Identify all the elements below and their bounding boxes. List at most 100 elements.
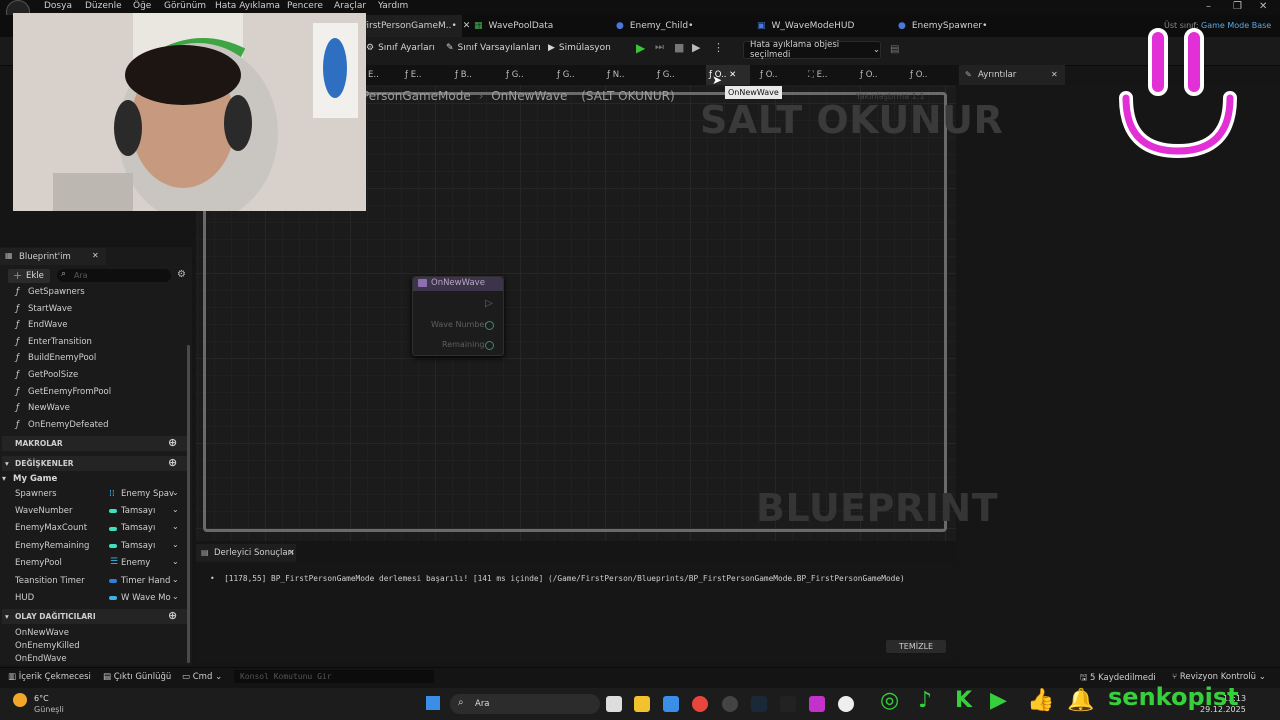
weather-desc[interactable]: Güneşli bbox=[34, 705, 64, 714]
chevron-down-icon[interactable]: ⌄ bbox=[172, 592, 179, 601]
function-item-label[interactable]: BuildEnemyPool bbox=[28, 353, 96, 363]
tab-enemy-spawner[interactable]: ● EnemySpawner• bbox=[898, 15, 987, 37]
function-tab[interactable]: ƒ O.. bbox=[910, 70, 927, 80]
minimize-icon[interactable]: – bbox=[1206, 1, 1211, 12]
tab-first-person-game-mode[interactable]: FirstPersonGameM..• ✕ bbox=[362, 15, 470, 37]
function-item-label[interactable]: OnEnemyDefeated bbox=[28, 420, 109, 430]
play-icon[interactable]: ▶ bbox=[636, 41, 645, 55]
variable-type[interactable]: Tamsayı bbox=[121, 523, 155, 533]
epic-games-icon[interactable] bbox=[780, 696, 796, 712]
function-item[interactable]: ƒ bbox=[16, 353, 19, 363]
function-item-label[interactable]: NewWave bbox=[28, 403, 70, 413]
variable-type[interactable]: Tamsayı bbox=[121, 506, 155, 516]
function-item[interactable]: ƒ bbox=[16, 287, 19, 297]
search-input[interactable]: ⌕ Ara bbox=[57, 269, 171, 282]
content-drawer-button[interactable]: ▥ İçerik Çekmecesi bbox=[8, 672, 91, 682]
exec-pin-icon[interactable]: ▷ bbox=[485, 298, 493, 309]
function-tab[interactable]: ƒ B.. bbox=[455, 70, 472, 80]
variable-name[interactable]: HUD bbox=[15, 593, 34, 603]
chevron-down-icon[interactable]: ⌄ bbox=[172, 540, 179, 549]
function-item-label[interactable]: EndWave bbox=[28, 320, 67, 330]
dispatcher-item[interactable]: OnNewWave bbox=[15, 628, 69, 638]
cmd-select[interactable]: ▭ Cmd ⌄ bbox=[182, 672, 222, 682]
function-item[interactable]: ƒ bbox=[16, 387, 19, 397]
dispatcher-item[interactable]: OnEnemyKilled bbox=[15, 641, 80, 651]
unreal-engine-icon[interactable] bbox=[838, 696, 854, 712]
menu-file[interactable]: Dosya bbox=[44, 1, 72, 11]
menu-view[interactable]: Görünüm bbox=[164, 1, 206, 11]
function-item-label[interactable]: GetPoolSize bbox=[28, 370, 78, 380]
variable-name[interactable]: WaveNumber bbox=[15, 506, 72, 516]
app-icon[interactable] bbox=[809, 696, 825, 712]
variable-type[interactable]: Enemy Spav bbox=[121, 489, 174, 499]
menu-help[interactable]: Yardım bbox=[378, 1, 408, 11]
tab-wave-pool-data[interactable]: ▦ WavePoolData bbox=[474, 15, 553, 37]
clear-button[interactable]: TEMİZLE bbox=[886, 640, 946, 653]
variables-section[interactable]: ▾ DEĞİŞKENLER ⊕ bbox=[2, 456, 188, 471]
maximize-icon[interactable]: ❐ bbox=[1233, 1, 1242, 12]
chevron-down-icon[interactable]: ⌄ bbox=[172, 505, 179, 514]
compiler-results-tab[interactable]: ▤ Derleyici Sonuçları ✕ bbox=[196, 544, 296, 562]
step-icon[interactable]: ⏭ bbox=[655, 42, 664, 53]
close-tab-icon[interactable]: ✕ bbox=[288, 548, 295, 557]
debug-object-select[interactable]: Hata ayıklama objesi seçilmedi ⌄ bbox=[743, 40, 881, 60]
function-tab[interactable]: ƒ E.. bbox=[405, 70, 421, 80]
add-variable-icon[interactable]: ⊕ bbox=[168, 456, 177, 469]
my-blueprint-tab[interactable]: ▦ Blueprint'im ✕ bbox=[0, 248, 106, 265]
menu-debug[interactable]: Hata Ayıklama bbox=[215, 1, 280, 11]
macros-section[interactable]: MAKROLAR ⊕ bbox=[2, 436, 188, 451]
function-item[interactable]: ƒ bbox=[16, 370, 19, 380]
revision-control-button[interactable]: ⑂ Revizyon Kontrolü ⌄ bbox=[1172, 672, 1266, 682]
function-tab[interactable]: ƒ G.. bbox=[557, 70, 575, 80]
function-tab[interactable]: ⛶ E.. bbox=[808, 70, 827, 80]
function-item[interactable]: ƒ bbox=[16, 304, 19, 314]
class-settings-button[interactable]: ⚙ Sınıf Ayarları bbox=[366, 43, 435, 53]
add-dispatcher-icon[interactable]: ⊕ bbox=[168, 609, 177, 622]
settings-gear-icon[interactable]: ⚙ bbox=[177, 269, 186, 280]
app-icon[interactable] bbox=[722, 696, 738, 712]
task-view-icon[interactable] bbox=[606, 696, 622, 712]
event-dispatchers-section[interactable]: ▾ OLAY DAĞITICILARI ⊕ bbox=[2, 609, 188, 624]
store-icon[interactable] bbox=[663, 696, 679, 712]
find-icon[interactable]: ▤ bbox=[890, 44, 899, 55]
function-entry-node[interactable]: OnNewWave ▷ Wave Number Remaining bbox=[412, 276, 504, 356]
chevron-down-icon[interactable]: ⌄ bbox=[172, 557, 179, 566]
tab-wave-mode-hud[interactable]: ▣ W_WaveModeHUD bbox=[757, 15, 854, 37]
function-item-label[interactable]: StartWave bbox=[28, 304, 72, 314]
function-tab[interactable]: ƒ G.. bbox=[657, 70, 675, 80]
function-tab[interactable]: ƒ G.. bbox=[506, 70, 524, 80]
output-log-button[interactable]: ▤ Çıktı Günlüğü bbox=[103, 672, 171, 682]
variable-name[interactable]: EnemyMaxCount bbox=[15, 523, 87, 533]
variable-name[interactable]: Teansition Timer bbox=[15, 576, 85, 586]
function-tab[interactable]: E.. bbox=[368, 70, 379, 80]
more-options-icon[interactable]: ⋮ bbox=[713, 41, 724, 54]
function-item-label[interactable]: EnterTransition bbox=[28, 337, 92, 347]
scrollbar[interactable] bbox=[187, 345, 190, 663]
variable-type[interactable]: W Wave Mo bbox=[121, 593, 171, 603]
play-options-icon[interactable]: ▶ bbox=[692, 41, 700, 54]
variable-name[interactable]: EnemyPool bbox=[15, 558, 62, 568]
chevron-down-icon[interactable]: ⌄ bbox=[172, 522, 179, 531]
close-tab-icon[interactable]: ✕ bbox=[463, 21, 471, 31]
function-item[interactable]: ƒ bbox=[16, 337, 19, 347]
pin-icon[interactable] bbox=[485, 321, 494, 330]
variable-type[interactable]: Enemy bbox=[121, 558, 150, 568]
breadcrumb-function[interactable]: OnNewWave bbox=[491, 89, 567, 103]
close-tab-icon[interactable]: ✕ bbox=[729, 70, 736, 80]
steam-icon[interactable] bbox=[751, 696, 767, 712]
variable-category[interactable]: My Game bbox=[13, 474, 57, 484]
function-item[interactable]: ƒ bbox=[16, 420, 19, 430]
tab-enemy-child[interactable]: ● Enemy_Child• bbox=[616, 15, 693, 37]
file-explorer-icon[interactable] bbox=[634, 696, 650, 712]
add-macro-icon[interactable]: ⊕ bbox=[168, 436, 177, 449]
function-item[interactable]: ƒ bbox=[16, 320, 19, 330]
breadcrumb-class[interactable]: PersonGameMode bbox=[362, 89, 471, 103]
simulation-button[interactable]: ▶ Simülasyon bbox=[548, 43, 611, 53]
menu-edit[interactable]: Düzenle bbox=[85, 1, 122, 11]
function-item-label[interactable]: GetSpawners bbox=[28, 287, 85, 297]
variable-type[interactable]: Timer Hand bbox=[121, 576, 170, 586]
function-tab[interactable]: ƒ O.. bbox=[760, 70, 777, 80]
pin-icon[interactable] bbox=[485, 341, 494, 350]
weather-temp[interactable]: 6°C bbox=[34, 694, 49, 703]
chevron-down-icon[interactable]: ⌄ bbox=[172, 488, 179, 497]
